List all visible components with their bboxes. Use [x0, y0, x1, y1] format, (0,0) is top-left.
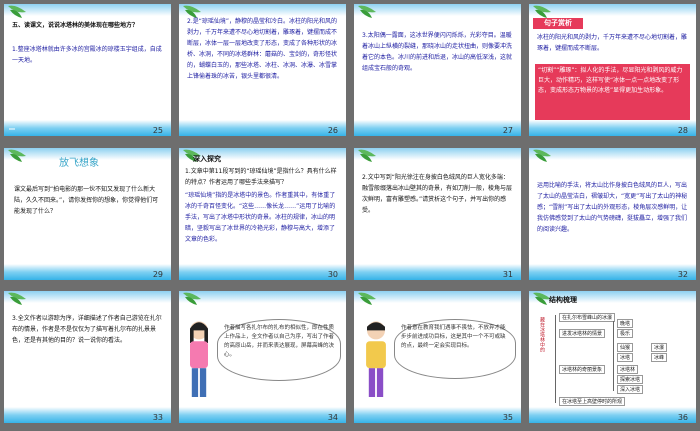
- leaf-icon: [8, 149, 26, 162]
- slide-number: 34: [327, 413, 338, 422]
- slide-marker-icon: [9, 128, 15, 130]
- leaf-icon: [183, 292, 201, 305]
- slide-body: 3.全文作者以游踪为序，详细描述了作者自己游览在扎尔布的情景，作者是不是仅仅为了…: [12, 315, 162, 344]
- outline-sub-1: 晚塔: [617, 319, 634, 328]
- slide-34[interactable]: 作者描写各扎尔布的扎布的相似性，即在性质上作品上，全文作者以自己为序，写出了作者…: [179, 291, 346, 423]
- slide-number: 32: [677, 270, 688, 279]
- slide-30[interactable]: 深入探究 1.文章中第11段写到的“琼瑶仙境”是指什么？具有什么样的特点？作者运…: [179, 148, 346, 280]
- leaf-icon: [358, 292, 376, 305]
- outline-item-2: 进发冰塔林的情景: [559, 329, 606, 338]
- slide-grid: 五、读课文，说说冰塔林的美体现在哪些地方？ 1.整座冰塔林就由许多冰的宫殿冰的琼…: [0, 0, 700, 431]
- slide-body: 冰柱的阳光和风的剥力，千万年来遭不尽心地切割着，雕琢着，键摆而成不断层。: [537, 34, 688, 52]
- leaf-icon: [533, 149, 551, 162]
- slide-31[interactable]: 2.文中写到“阳光徐注在身披白色绒风的巨人宽化多端：融雪般缀落出冰山壁其的奇景，…: [354, 148, 521, 280]
- slide-heading: 五、读课文，说说冰塔林的美体现在哪些地方？: [12, 22, 139, 29]
- outline-item-4: 在冰塔至上高壁停时的所观: [559, 397, 626, 406]
- outline-sub-3: 仙猴: [617, 343, 634, 352]
- question-text: 1.文章中第11段写到的“琼瑶仙境”是指什么？具有什么样的特点？作者运用了哪些手…: [185, 168, 337, 186]
- outline-sub-2: 极乐: [617, 329, 634, 338]
- slide-number: 25: [152, 126, 163, 135]
- leaf-icon: [8, 5, 26, 18]
- section-title: 结构梳理: [549, 296, 577, 304]
- leaf-icon: [358, 149, 376, 162]
- outline-item-1: 在扎尔布雪峰山的冰瀑: [559, 313, 616, 322]
- slide-26[interactable]: 2.是“琼瑶仙境”，静穆的晶莹和冷白。冰柱的阳光和风的剥力，千万年来遭不尽心地切…: [179, 4, 346, 136]
- slide-27[interactable]: 3.太阳偶一露面，这冰世界便闪闪烁烁，光彩夺目。温暖着冰山上纵横的裂缝，那晓冰山…: [354, 4, 521, 136]
- slide-33[interactable]: 3.全文作者以游踪为序，详细描述了作者自己游览在扎尔布的情景，作者是不是仅仅为了…: [4, 291, 171, 423]
- boy-illustration: [366, 321, 386, 397]
- slide-body: 1.整座冰塔林就由许多冰的宫殿冰的琼楼玉宇组成，自成一天地。: [12, 46, 162, 64]
- outline-root: 藏在冰塔林中的: [539, 317, 545, 352]
- outline-sub-4: 冰瀑: [651, 343, 668, 352]
- slide-title: 放飞想象: [59, 158, 99, 169]
- slide-body: 3.太阳偶一露面，这冰世界便闪闪烁烁，光彩夺目。温暖着冰山上纵横的裂缝，那晓冰山…: [362, 32, 513, 72]
- leaf-icon: [8, 292, 26, 305]
- speech-bubble: 作者描写各扎尔布的扎布的相似性，即在性质上作品上，全文作者以自己为序，写出了作者…: [217, 319, 341, 381]
- slide-number: 35: [502, 413, 513, 422]
- speech-bubble: 作者意在教育我们遇事不畏怯，不放弃才能步步前进成功目标，这是其中一个不可或缺的点…: [394, 319, 516, 379]
- slide-number: 33: [152, 413, 163, 422]
- slide-number: 27: [502, 126, 513, 135]
- outline-sub-5: 冰塔: [617, 353, 634, 362]
- slide-number: 29: [152, 270, 163, 279]
- slide-body: 课文最后写到“拍电影的那一伙不知又发现了什么新大陆，久久不回来。”，请你发挥你的…: [14, 186, 159, 215]
- question-text: 2.文中写到“阳光徐注在身披白色绒风的巨人宽化多端：融雪般缀落出冰山壁其的奇景，…: [362, 174, 513, 214]
- outline-sub-8: 探索冰塔: [617, 375, 644, 384]
- highlight-box: “切割”“雕琢”：拟人化的手法，尽显阳光和剥风的威力巨大，动作精巧，这样写使“冰…: [535, 64, 690, 120]
- slide-29[interactable]: 放飞想象 课文最后写到“拍电影的那一伙不知又发现了什么新大陆，久久不回来。”，请…: [4, 148, 171, 280]
- outline-branch-line: [555, 315, 556, 403]
- slide-36[interactable]: 结构梳理 藏在冰塔林中的 在扎尔布雪峰山的冰瀑 进发冰塔林的情景 冰塔林的奇丽景…: [529, 291, 696, 423]
- slide-number: 36: [677, 413, 688, 422]
- slide-number: 26: [327, 126, 338, 135]
- girl-illustration: [190, 321, 208, 397]
- outline-item-3: 冰塔林的奇丽景象: [559, 365, 606, 374]
- outline-sub-line: [613, 321, 614, 391]
- slide-35[interactable]: 作者意在教育我们遇事不畏怯，不放弃才能步步前进成功目标，这是其中一个不可或缺的点…: [354, 291, 521, 423]
- slide-28[interactable]: 句子赏析 冰柱的阳光和风的剥力，千万年来遭不尽心地切割着，雕琢着，键摆而成不断层…: [529, 4, 696, 136]
- slide-number: 31: [502, 270, 513, 279]
- slide-32[interactable]: 运用比喻的手法，将太山比作身披白色绒风的巨人，写出了太山的晶莹洁白，褶皱却大，“…: [529, 148, 696, 280]
- leaf-icon: [358, 5, 376, 18]
- outline-sub-9: 深入冰塔: [617, 385, 644, 394]
- slide-number: 28: [677, 126, 688, 135]
- answer-text: “琼瑶仙境”指的是冰塔中的景色。作者重其中，有体重了冰的千奇百怪变化。“这些………: [185, 192, 336, 243]
- outline-sub-6: 冰峰: [651, 353, 668, 362]
- slide-body: 2.是“琼瑶仙境”，静穆的晶莹和冷白。冰柱的阳光和风的剥力，千万年来遭不尽心地切…: [187, 18, 338, 80]
- slide-body: 运用比喻的手法，将太山比作身披白色绒风的巨人，写出了太山的晶莹洁白，褶皱却大，“…: [537, 182, 688, 233]
- slide-number: 30: [327, 270, 338, 279]
- outline-sub-7: 冰塔林: [617, 365, 639, 374]
- slide-25[interactable]: 五、读课文，说说冰塔林的美体现在哪些地方？ 1.整座冰塔林就由许多冰的宫殿冰的琼…: [4, 4, 171, 136]
- section-title: 深入探究: [193, 155, 221, 163]
- section-banner: 句子赏析: [533, 18, 583, 29]
